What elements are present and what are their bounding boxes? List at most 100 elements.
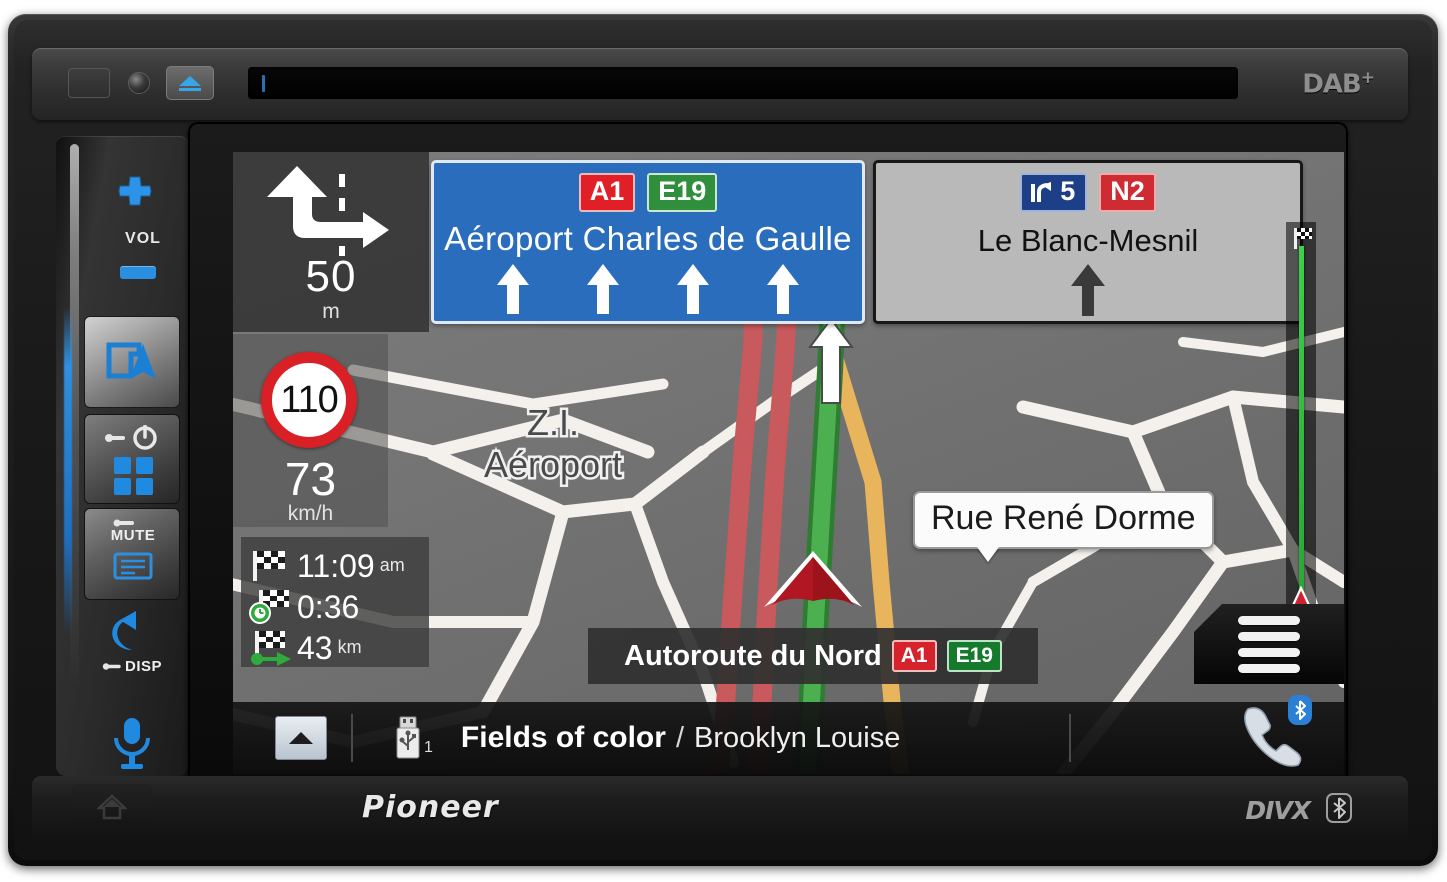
current-speed-unit: km/h [287,502,334,525]
bluetooth-icon [1294,699,1306,720]
dab-logo-plus: + [1360,68,1375,88]
media-track-title: Fields of color [460,721,666,754]
volume-label: VOL [125,230,161,247]
lane-arrow-straight-icon [587,264,619,315]
eject-button[interactable] [166,66,214,100]
map-menu-button[interactable] [1194,604,1344,684]
speed-limit-sign: 110 [261,352,357,448]
trip-eta-value: 11:09 [297,547,375,584]
exit-right-icon [1031,181,1052,202]
left-control-panel: VOL MUTE DISP [56,136,188,776]
bluetooth-badge [1288,694,1312,725]
maneuver-panel: 50 m [233,152,429,332]
lane-direction-arrow-icon [808,317,854,404]
dab-logo-text: DAB [1302,69,1362,100]
trip-info-panel: 11:09 am 0:36 43 km [241,537,429,667]
speed-limit-value: 110 [280,378,339,421]
trip-distance-suffix: km [337,637,362,657]
sign-primary-text: Aéroport Charles de Gaulle [444,220,852,258]
panel-blue-accent-light [64,306,72,636]
top-bezel: DAB+ [32,48,1408,120]
checkered-flag-arrow-icon [249,630,293,666]
route-destination-flag-icon [1294,228,1312,249]
media-source[interactable]: 1 [395,716,433,760]
media-source-index: 1 [424,739,433,756]
trip-remaining-time-value: 0:36 [297,588,360,625]
bluetooth-logo [1326,793,1352,828]
banner-shield-e19: E19 [946,639,1002,673]
mute-button[interactable]: MUTE [84,508,180,600]
reset-button[interactable] [68,68,110,98]
phone-button[interactable] [1240,694,1312,772]
banner-shield-a1: A1 [891,639,937,673]
divx-logo: DIVX [1245,796,1311,825]
media-divider-right [1069,714,1072,762]
mute-label: MUTE [110,527,156,544]
speed-panel: 110 73 km/h [233,334,388,527]
remote-sensor [128,72,150,94]
media-status-bar: 1 Fields of color / Brooklyn Louise [233,694,1344,774]
navigation-map-icon [106,342,156,379]
plus-icon [118,176,152,206]
home-button[interactable] [72,784,152,830]
lane-arrow-straight-icon [677,264,709,315]
power-icon [105,425,157,450]
hamburger-menu-icon [1238,631,1300,641]
checkered-flag-icon [249,548,293,584]
hamburger-menu-icon [1238,615,1300,625]
navigation-button[interactable] [84,316,180,408]
dab-plus-logo: DAB+ [1302,68,1375,100]
sign-secondary: 5 N2 Le Blanc-Mesnil [873,160,1303,324]
exit-badge: 5 [1020,173,1088,213]
street-name-text: Rue René Dorme [931,499,1196,537]
touchscreen-display[interactable]: Z.I. Aéroport 50 m 110 73 km/h 11:09 am … [233,152,1344,774]
screen-bezel: Z.I. Aéroport 50 m 110 73 km/h 11:09 am … [188,122,1348,784]
screen-icon [113,552,153,580]
microphone-icon [114,718,150,769]
shield-n2: N2 [1099,173,1156,213]
vehicle-arrow-icon [764,551,862,607]
maneuver-distance-unit: m [322,300,340,323]
trip-distance-value: 43 [297,629,333,666]
disp-button[interactable]: DISP [84,608,180,704]
volume-up-button[interactable] [116,174,154,213]
checkered-flag-clock-icon [249,589,293,625]
chevron-up-icon [289,732,313,744]
trip-row-eta: 11:09 am [249,545,423,586]
power-apps-button[interactable] [84,414,180,504]
trip-row-remaining-time: 0:36 [249,586,423,627]
exit-number: 5 [1060,176,1076,206]
back-arrow-icon [112,611,136,650]
home-icon [97,794,127,820]
trip-row-distance: 43 km [249,627,423,668]
disp-label: DISP [124,658,162,675]
media-separator: / [675,722,684,754]
bottom-bezel: Pioneer DIVX [32,776,1408,842]
volume-down-button[interactable] [120,266,156,279]
media-divider [351,714,353,762]
sign-primary-lane-arrows [434,258,862,315]
sign-secondary-shields: 5 N2 [876,163,1300,213]
map-area-label-line1: Z.I. [527,402,579,443]
trip-eta-suffix: am [379,555,405,575]
lane-arrow-straight-icon [1071,264,1105,317]
current-road-name: Autoroute du Nord [624,639,882,672]
hamburger-menu-icon [1238,647,1300,657]
volume-control-group: VOL [86,146,180,306]
current-road-banner: Autoroute du Nord A1 E19 [588,628,1038,684]
maneuver-distance: 50 [305,252,357,301]
voice-button[interactable] [84,712,180,776]
head-unit-device: DAB+ VOL MUTE DISP Z.I. Aéroport 50 m 11… [8,14,1438,866]
map-area-label-line2: Aéroport [484,444,622,485]
eject-icon [179,76,201,91]
apps-grid-icon [114,457,153,495]
hamburger-menu-icon [1238,663,1300,673]
usb-icon [396,716,420,759]
route-progress-bar[interactable] [1286,222,1316,652]
sign-primary-shields: A1 E19 [434,163,862,213]
disc-slot[interactable] [248,67,1238,100]
media-expand-button[interactable] [275,716,327,760]
shield-a1: A1 [578,173,636,213]
current-speed-value: 73 [284,453,337,505]
lane-arrow-straight-icon [767,264,799,315]
